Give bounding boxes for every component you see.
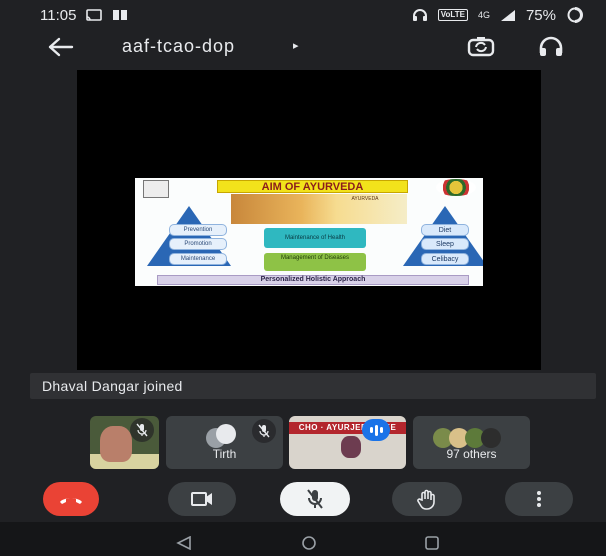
speaking-indicator [362, 419, 390, 441]
headphones-icon [539, 36, 563, 56]
status-bar: 11:05 VoLTE 4G 75% [0, 0, 606, 30]
right-item: Diet [421, 224, 469, 236]
cast-icon [86, 9, 103, 21]
meeting-code[interactable]: aaf-tcao-dop [122, 36, 235, 57]
system-nav-bar [0, 522, 606, 556]
left-item: Prevention [169, 224, 227, 236]
participant-tile-speaking[interactable]: CHO · AYURJEEVANEE [289, 416, 406, 469]
muted-badge [252, 419, 276, 443]
avatar [216, 424, 236, 444]
switch-camera-icon [467, 37, 495, 57]
notification-text: Dhaval Dangar joined [42, 378, 183, 394]
more-options-button[interactable] [505, 482, 573, 516]
status-left: 11:05 [40, 7, 128, 24]
back-arrow-icon [48, 37, 74, 57]
audio-output-button[interactable] [538, 35, 564, 59]
network-type: 4G [477, 10, 490, 20]
right-item: Celibacy [421, 253, 469, 265]
participant-name: Tirth [212, 447, 237, 461]
more-options-icon [537, 491, 541, 507]
camera-toggle-button[interactable] [168, 482, 236, 516]
nav-back-icon [176, 535, 191, 551]
self-video-face [100, 426, 132, 462]
slide-footer: Personalized Holistic Approach [157, 275, 469, 285]
nav-recents-icon [425, 536, 439, 550]
battery-icon [567, 7, 583, 23]
switch-camera-button[interactable] [466, 34, 496, 60]
painting-caption: AYURVEDA [351, 196, 379, 202]
mic-toggle-button[interactable] [280, 482, 350, 516]
left-item: Promotion [169, 238, 227, 250]
battery-percent: 75% [525, 6, 556, 24]
clock: 11:05 [40, 6, 77, 24]
muted-badge [130, 418, 154, 442]
room-person [341, 436, 361, 458]
participant-tile-others[interactable]: 97 others [413, 416, 530, 469]
participant-tile-self[interactable] [90, 416, 159, 469]
raise-hand-button[interactable] [392, 482, 462, 516]
nav-back-button[interactable] [176, 535, 192, 555]
slide-title: AIM OF AYURVEDA [217, 180, 408, 193]
presentation-stage[interactable]: AIM OF AYURVEDA AYURVEDA Prevention Prom… [77, 70, 541, 370]
mic-off-icon [307, 489, 323, 509]
nav-recents-button[interactable] [424, 536, 440, 555]
signal-icon [500, 9, 515, 21]
nav-home-button[interactable] [300, 536, 318, 555]
emblem-logo [143, 180, 169, 198]
right-item: Sleep [421, 238, 469, 250]
institute-logo [436, 179, 476, 196]
back-button[interactable] [46, 34, 76, 60]
top-bar: aaf-tcao-dop ▸ [0, 30, 606, 64]
participant-tile-tirth[interactable]: Tirth [166, 416, 283, 469]
center-item: Management of Diseases [264, 253, 366, 271]
others-count: 97 others [446, 447, 497, 461]
meeting-info-caret[interactable]: ▸ [293, 39, 299, 52]
left-item: Maintenance [169, 253, 227, 265]
avatar [481, 428, 501, 448]
nav-home-icon [302, 536, 316, 550]
mic-off-icon [136, 423, 148, 437]
raise-hand-icon [417, 489, 435, 510]
volte-badge: VoLTE [437, 9, 468, 21]
center-item: Maintenance of Health [264, 228, 366, 248]
book-icon [113, 10, 128, 20]
status-right: VoLTE 4G 75% [412, 7, 584, 24]
mic-off-icon [258, 424, 270, 438]
join-notification: Dhaval Dangar joined [30, 373, 596, 399]
end-call-button[interactable] [43, 482, 99, 516]
camera-icon [191, 492, 212, 506]
headphones-icon [412, 9, 427, 21]
end-call-icon [60, 498, 82, 504]
shared-slide: AIM OF AYURVEDA AYURVEDA Prevention Prom… [135, 178, 483, 286]
